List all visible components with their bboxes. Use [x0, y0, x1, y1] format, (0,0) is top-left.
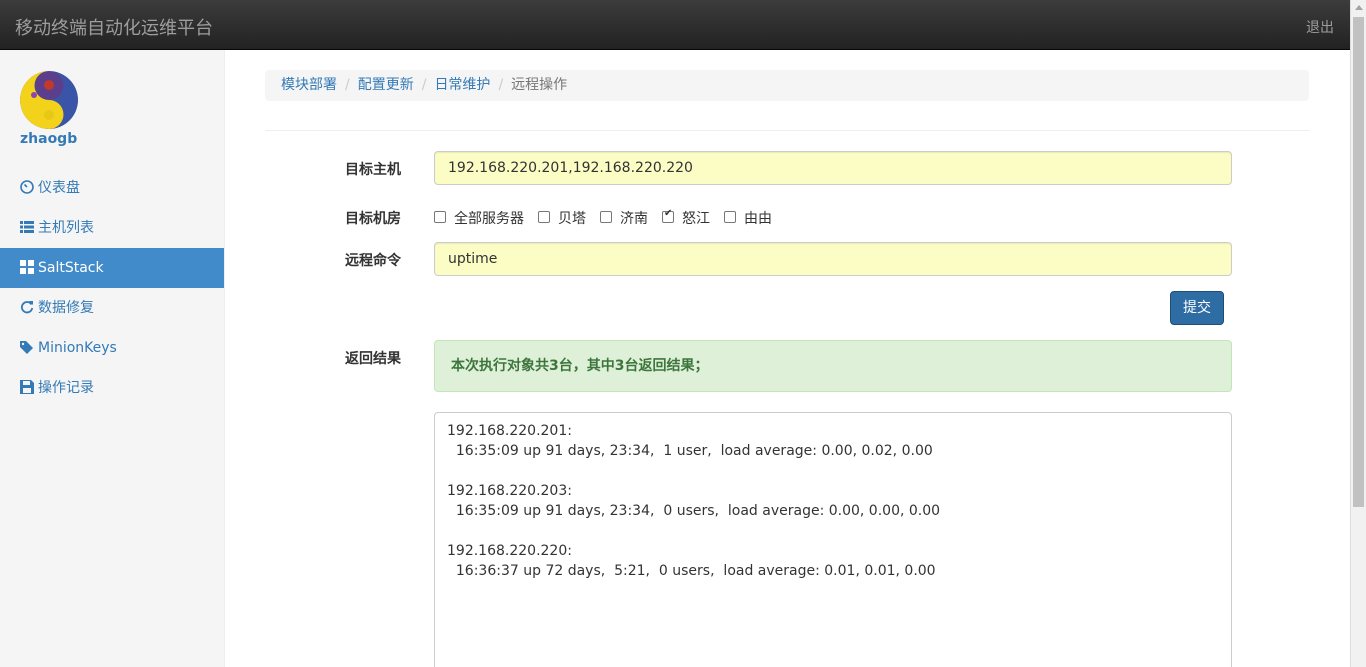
sidebar-item-label: SaltStack [38, 260, 104, 276]
command-label: 远程命令 [345, 253, 401, 269]
target-host-input[interactable]: 192.168.220.201,192.168.220.220 [434, 151, 1232, 185]
room-label-youyou: 由由 [744, 211, 772, 227]
sidebar: zhaogb 仪表盘 主机列表 SaltStack 数据修复 MinionKey… [0, 50, 225, 667]
sidebar-item-hosts[interactable]: 主机列表 [0, 208, 224, 248]
avatar [20, 71, 78, 129]
dashboard-icon [20, 180, 34, 194]
username[interactable]: zhaogb [20, 131, 77, 147]
breadcrumb-config-update[interactable]: 配置更新 [358, 77, 414, 93]
scrollbar-thumb[interactable] [1353, 17, 1364, 507]
target-host-label: 目标主机 [345, 162, 401, 178]
sidebar-item-operation-log[interactable]: 操作记录 [0, 368, 224, 408]
sidebar-item-label: 主机列表 [38, 220, 94, 236]
breadcrumb-separator: / [421, 77, 427, 93]
sidebar-item-dashboard[interactable]: 仪表盘 [0, 168, 224, 208]
room-label-nujiang: 怒江 [682, 211, 710, 227]
sidebar-item-minion-keys[interactable]: MinionKeys [0, 328, 224, 368]
result-line: 16:35:09 up 91 days, 23:34, 0 users, loa… [447, 503, 941, 519]
page-scrollbar[interactable] [1350, 0, 1366, 667]
list-icon [20, 221, 34, 233]
command-input[interactable]: uptime [434, 242, 1232, 276]
scroll-up-icon[interactable] [1355, 5, 1363, 10]
grid-icon [20, 260, 34, 274]
result-output-textarea[interactable]: 192.168.220.201: 16:35:09 up 91 days, 23… [434, 412, 1232, 667]
result-line: 192.168.220.201: [447, 423, 572, 439]
save-icon [20, 380, 34, 394]
sidebar-item-label: 数据修复 [38, 300, 94, 316]
sidebar-item-label: 仪表盘 [38, 180, 80, 196]
result-line: 16:35:09 up 91 days, 23:34, 1 user, load… [447, 443, 933, 459]
breadcrumb: 模块部署 / 配置更新 / 日常维护 / 远程操作 [265, 70, 1309, 101]
room-checkbox-jinan[interactable] [600, 211, 612, 223]
sidebar-item-data-repair[interactable]: 数据修复 [0, 288, 224, 328]
result-line: 192.168.220.203: [447, 483, 572, 499]
result-label: 返回结果 [345, 351, 401, 367]
result-summary-alert: 本次执行对象共3台，其中3台返回结果； [434, 340, 1232, 392]
breadcrumb-remote-operation: 远程操作 [511, 77, 568, 93]
room-label-all: 全部服务器 [454, 211, 524, 227]
breadcrumb-daily-maintenance[interactable]: 日常维护 [434, 77, 490, 93]
breadcrumb-separator: / [345, 77, 350, 93]
target-room-label: 目标机房 [345, 211, 401, 227]
room-checkbox-all[interactable] [434, 211, 446, 223]
app-title[interactable]: 移动终端自动化运维平台 [15, 14, 213, 40]
sidebar-item-label: 操作记录 [38, 380, 94, 396]
result-line: 192.168.220.220: [447, 543, 572, 559]
result-line: ​ [447, 521, 1219, 541]
result-line: ​ [447, 461, 1219, 481]
room-label-jinan: 济南 [620, 211, 648, 227]
room-checkbox-beta[interactable] [538, 211, 550, 223]
refresh-icon [21, 301, 34, 314]
result-line: 16:36:37 up 72 days, 5:21, 0 users, load… [447, 563, 936, 579]
room-checkbox-nujiang[interactable] [662, 208, 674, 223]
breadcrumb-separator: / [498, 77, 504, 93]
sidebar-item-saltstack[interactable]: SaltStack [0, 248, 224, 288]
breadcrumb-module-deploy[interactable]: 模块部署 [281, 77, 337, 93]
divider [265, 130, 1309, 131]
logout-link[interactable]: 退出 [1306, 17, 1334, 37]
room-label-beta: 贝塔 [558, 211, 586, 227]
room-checkbox-youyou[interactable] [724, 211, 736, 223]
sidebar-item-label: MinionKeys [38, 340, 117, 356]
tags-icon [20, 341, 33, 354]
top-navbar: 移动终端自动化运维平台 退出 [0, 0, 1350, 50]
submit-button[interactable]: 提交 [1170, 291, 1224, 325]
